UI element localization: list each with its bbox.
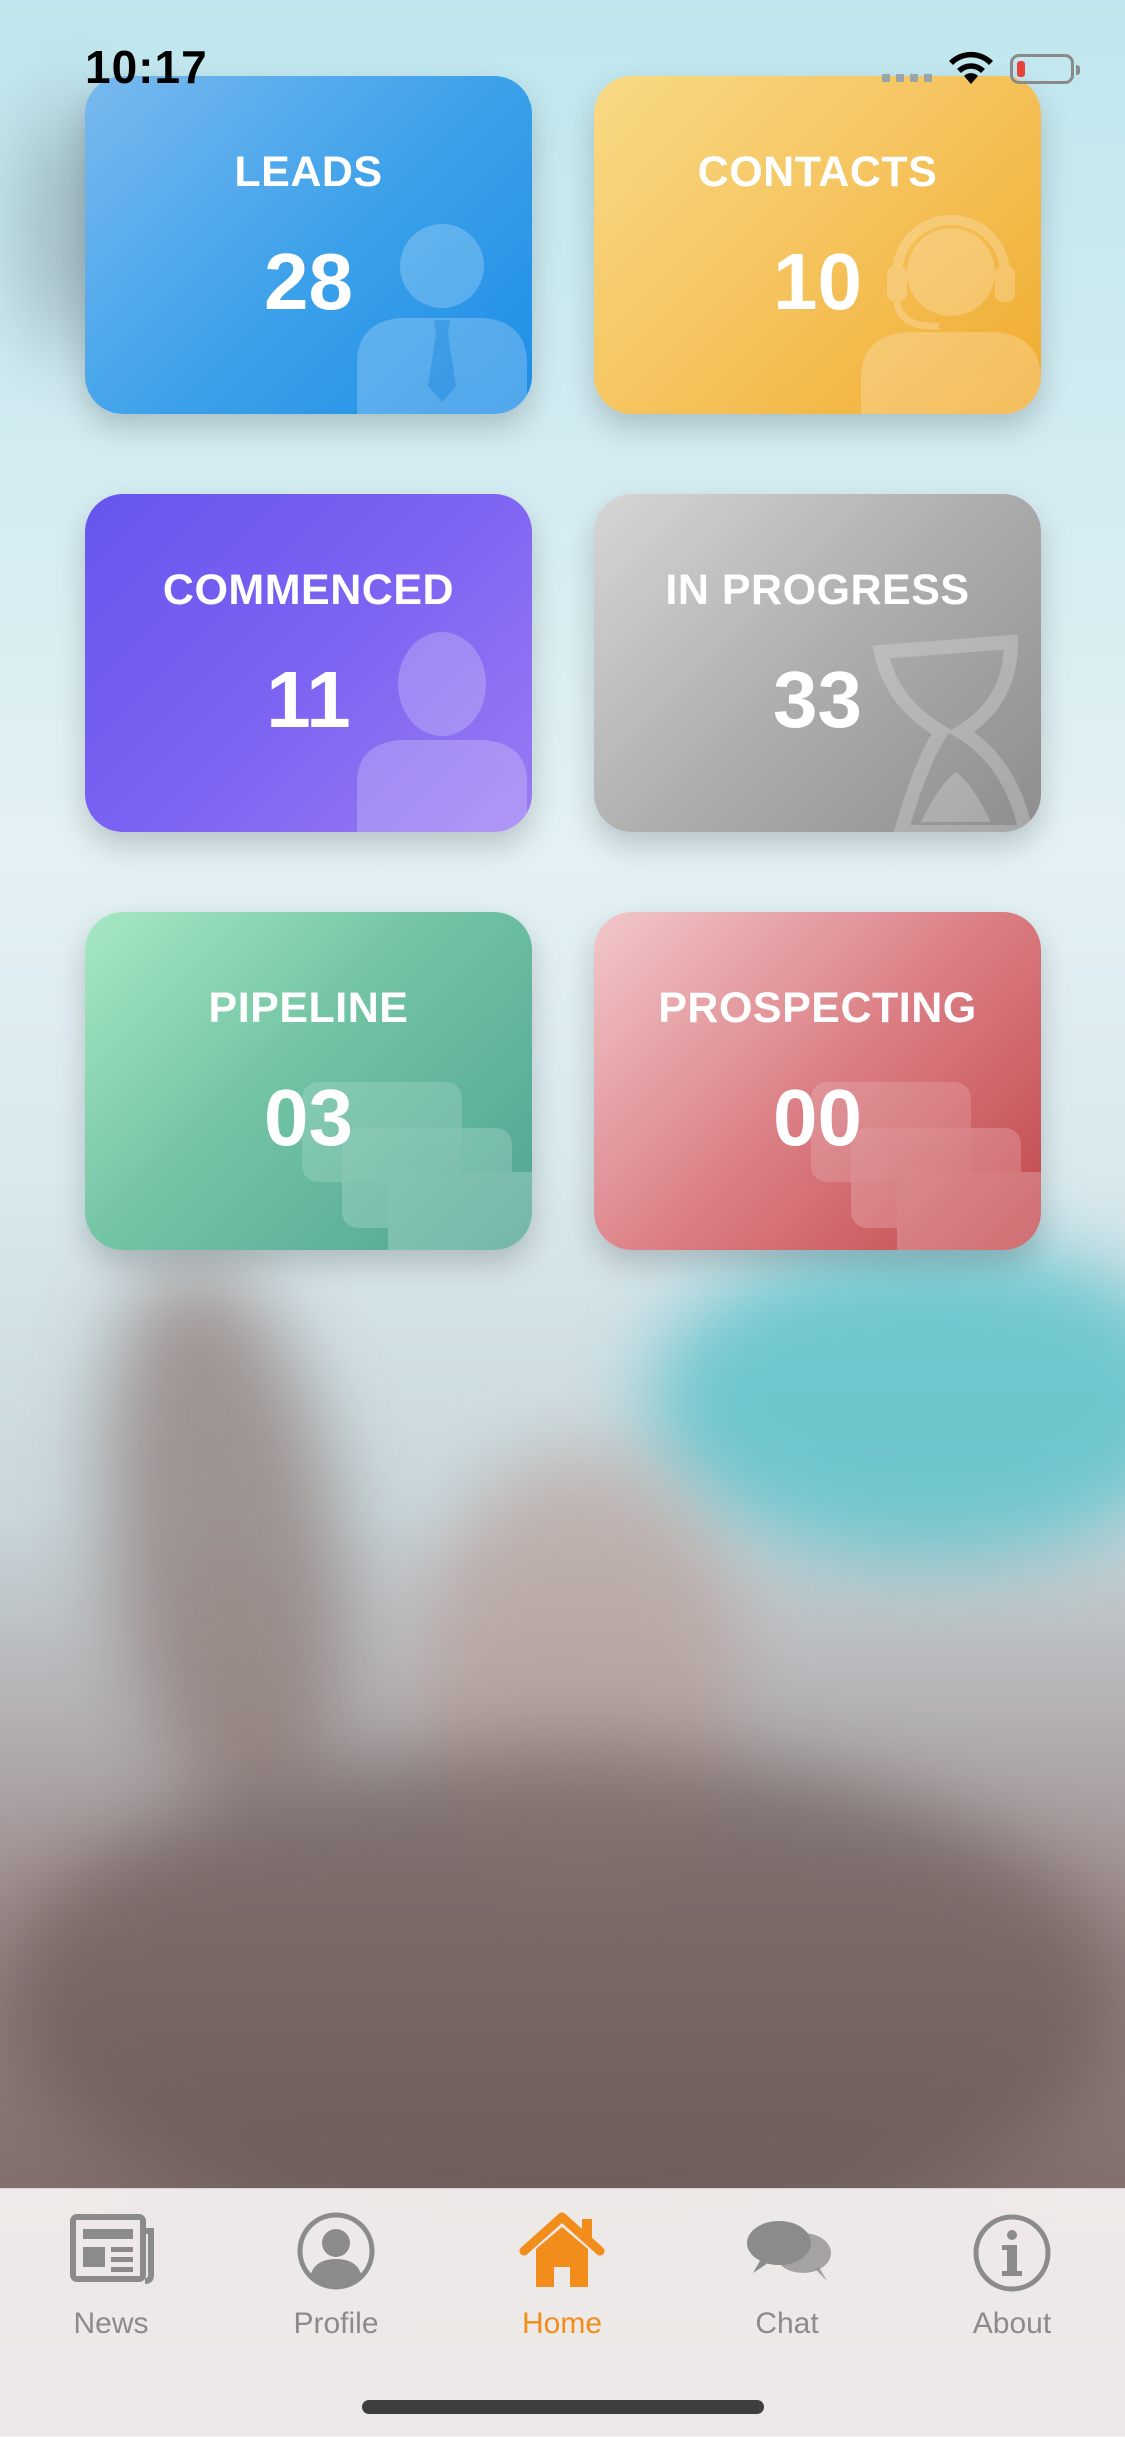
tab-home[interactable]: Home bbox=[482, 2211, 642, 2341]
tab-news[interactable]: News bbox=[31, 2211, 191, 2341]
status-bar: 10:17 bbox=[0, 0, 1125, 120]
tab-profile-label: Profile bbox=[293, 2307, 379, 2340]
in-progress-title: IN PROGRESS bbox=[665, 566, 970, 614]
commenced-title: COMMENCED bbox=[162, 566, 455, 614]
contacts-card[interactable]: CONTACTS 10 bbox=[594, 76, 1041, 414]
leads-card[interactable]: LEADS 28 bbox=[85, 76, 532, 414]
signal-dots-icon bbox=[882, 74, 932, 82]
pipeline-count: 03 bbox=[264, 1073, 353, 1162]
home-icon bbox=[519, 2212, 605, 2287]
home-indicator bbox=[362, 2400, 764, 2414]
newspaper-icon bbox=[70, 2214, 154, 2284]
battery-low-icon bbox=[1010, 54, 1080, 84]
tab-about-label: About bbox=[972, 2307, 1052, 2340]
in-progress-card[interactable]: IN PROGRESS 33 bbox=[594, 494, 1041, 832]
contacts-count: 10 bbox=[773, 237, 862, 326]
commenced-card[interactable]: COMMENCED 11 bbox=[85, 494, 532, 832]
tab-home-label: Home bbox=[521, 2307, 603, 2340]
info-icon bbox=[973, 2214, 1051, 2292]
profile-icon bbox=[297, 2212, 375, 2290]
prospecting-count: 00 bbox=[773, 1073, 862, 1162]
commenced-count: 11 bbox=[266, 655, 351, 744]
tab-chat[interactable]: Chat bbox=[707, 2211, 867, 2341]
leads-count: 28 bbox=[264, 237, 353, 326]
pipeline-card[interactable]: PIPELINE 03 bbox=[85, 912, 532, 1250]
contacts-title: CONTACTS bbox=[697, 148, 938, 196]
tab-chat-label: Chat bbox=[755, 2307, 819, 2340]
leads-title: LEADS bbox=[234, 148, 383, 196]
in-progress-count: 33 bbox=[773, 655, 862, 744]
tab-profile[interactable]: Profile bbox=[256, 2211, 416, 2341]
pipeline-title: PIPELINE bbox=[208, 984, 409, 1032]
status-time: 10:17 bbox=[85, 41, 208, 93]
wifi-icon bbox=[949, 51, 993, 84]
tab-about[interactable]: About bbox=[932, 2211, 1092, 2341]
chat-bubbles-icon bbox=[747, 2221, 831, 2281]
prospecting-title: PROSPECTING bbox=[658, 984, 977, 1032]
prospecting-card[interactable]: PROSPECTING 00 bbox=[594, 912, 1041, 1250]
tab-news-label: News bbox=[73, 2307, 149, 2340]
